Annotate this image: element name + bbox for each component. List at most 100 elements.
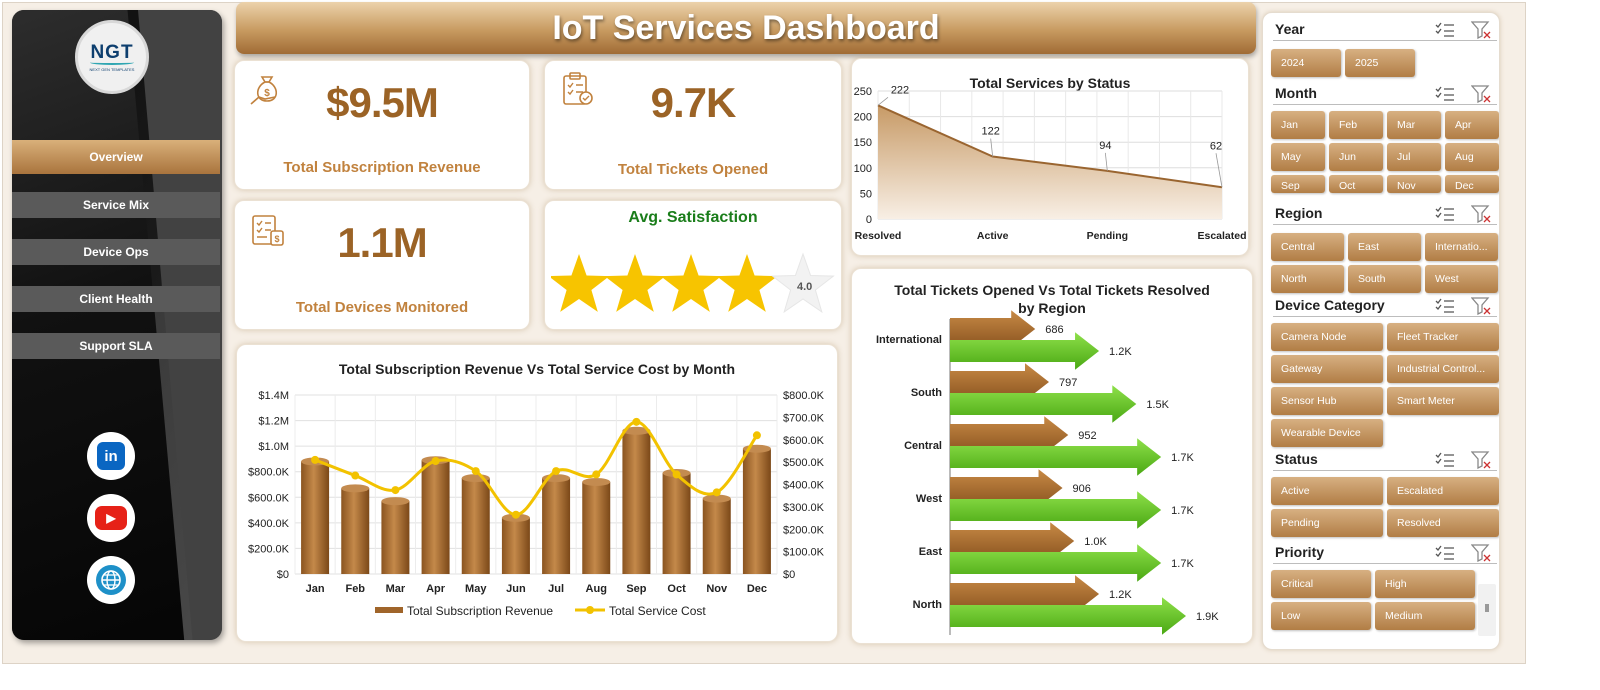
revenue-bar: [341, 488, 370, 574]
resolved-data-label: 1.5K: [1146, 399, 1169, 411]
data-label: 222: [891, 84, 909, 96]
revenue-cost-chart-card[interactable]: Total Subscription Revenue Vs Total Serv…: [236, 344, 838, 642]
month-slicer-item[interactable]: Mar: [1387, 111, 1441, 139]
kpi-card-satisfaction[interactable]: Avg. Satisfaction 4.0: [544, 200, 842, 330]
cost-point: [351, 471, 360, 480]
y-left-tick-label: $1.0M: [258, 441, 289, 453]
y-tick-label: 150: [854, 137, 872, 149]
legend-swatch-cost-point: [586, 606, 594, 614]
region-slicer-item[interactable]: North: [1271, 265, 1344, 293]
cost-point: [632, 417, 641, 426]
month-slicer-item[interactable]: Jul: [1387, 143, 1441, 171]
year-slicer-item[interactable]: 2024: [1271, 49, 1341, 77]
month-slicer-item[interactable]: May: [1271, 143, 1325, 171]
status-slicer-item[interactable]: Resolved: [1387, 509, 1499, 537]
multi-select-icon[interactable]: [1435, 22, 1455, 38]
multi-select-icon[interactable]: [1435, 206, 1455, 222]
x-tick-label: Jan: [306, 583, 325, 595]
clear-filter-icon[interactable]: [1471, 297, 1491, 315]
revenue-bar-cap: [582, 477, 611, 486]
kpi-card-devices[interactable]: $ 1.1M Total Devices Monitored: [234, 200, 530, 330]
clear-filter-icon[interactable]: [1471, 451, 1491, 469]
nav-overview-button[interactable]: Overview: [12, 140, 220, 174]
region-slicer-item[interactable]: South: [1348, 265, 1421, 293]
cost-point: [391, 486, 400, 495]
multi-select-icon[interactable]: [1435, 545, 1455, 561]
slicer-scroll-thumb[interactable]: [1485, 604, 1489, 612]
device-category-slicer-item[interactable]: Camera Node: [1271, 323, 1383, 351]
month-slicer-item[interactable]: Aug: [1445, 143, 1499, 171]
clear-filter-icon[interactable]: [1471, 544, 1491, 562]
multi-select-icon[interactable]: [1435, 86, 1455, 102]
year-slicer-item[interactable]: 2025: [1345, 49, 1415, 77]
month-slicer-item[interactable]: Apr: [1445, 111, 1499, 139]
status-slicer-item[interactable]: Escalated: [1387, 477, 1499, 505]
y-tick-label: South: [911, 387, 942, 399]
priority-slicer-item[interactable]: High: [1375, 570, 1475, 598]
y-tick-label: Central: [904, 440, 942, 452]
device-category-slicer-item[interactable]: Fleet Tracker: [1387, 323, 1499, 351]
device-category-slicer-item[interactable]: Smart Meter: [1387, 387, 1499, 415]
status-chart-card[interactable]: Total Services by Status 0 50 100 150 200 250…: [851, 58, 1249, 256]
y-right-tick-label: $400.0K: [783, 480, 825, 492]
status-slicer-item[interactable]: Pending: [1271, 509, 1383, 537]
priority-slicer-item[interactable]: Medium: [1375, 602, 1475, 630]
region-slicer-item[interactable]: West: [1425, 265, 1498, 293]
page-title: IoT Services Dashboard: [236, 2, 1256, 54]
status-slicer-item[interactable]: Active: [1271, 477, 1383, 505]
globe-icon: [96, 565, 126, 595]
month-slicer-item[interactable]: Dec: [1445, 175, 1499, 193]
x-tick-label: Apr: [426, 583, 446, 595]
logo-swoosh: [90, 60, 134, 65]
priority-slicer-item[interactable]: Critical: [1271, 570, 1371, 598]
device-category-slicer-item[interactable]: Sensor Hub: [1271, 387, 1383, 415]
nav-support-sla-button[interactable]: Support SLA: [12, 333, 220, 359]
device-category-slicer-item[interactable]: Industrial Control...: [1387, 355, 1499, 383]
device-category-slicer-item[interactable]: Gateway: [1271, 355, 1383, 383]
clear-filter-icon[interactable]: [1471, 205, 1491, 223]
resolved-data-label: 1.7K: [1171, 558, 1194, 570]
kpi-card-revenue[interactable]: $ $9.5M Total Subscription Revenue: [234, 60, 530, 190]
x-tick-label: May: [465, 583, 487, 595]
month-slicer-item[interactable]: Sep: [1271, 175, 1325, 193]
priority-slicer-item[interactable]: Low: [1271, 602, 1371, 630]
linkedin-link[interactable]: in: [87, 432, 135, 480]
priority-slicer-title: Priority: [1275, 544, 1325, 560]
multi-select-icon[interactable]: [1435, 298, 1455, 314]
region-slicer-item[interactable]: Internatio...: [1425, 233, 1498, 261]
region-slicer-item[interactable]: East: [1348, 233, 1421, 261]
month-slicer-item[interactable]: Oct: [1329, 175, 1383, 193]
nav-device-ops-button[interactable]: Device Ops: [12, 239, 220, 265]
y-tick-label: West: [916, 493, 942, 505]
region-tickets-chart-card[interactable]: Total Tickets Opened Vs Total Tickets Re…: [851, 268, 1253, 644]
x-tick-label: Aug: [586, 583, 607, 595]
month-slicer-item[interactable]: Nov: [1387, 175, 1441, 193]
satisfaction-stars: 4.0: [551, 252, 835, 314]
revenue-bar: [702, 498, 731, 574]
youtube-link[interactable]: ▶: [87, 494, 135, 542]
month-slicer-item[interactable]: Jun: [1329, 143, 1383, 171]
month-slicer-item[interactable]: Feb: [1329, 111, 1383, 139]
device-category-slicer-item[interactable]: Wearable Device: [1271, 419, 1383, 447]
y-left-tick-label: $400.0K: [248, 518, 290, 530]
month-slicer-item[interactable]: Jan: [1271, 111, 1325, 139]
website-link[interactable]: [87, 556, 135, 604]
y-tick-label: International: [876, 334, 942, 346]
legend-label: Total Subscription Revenue: [407, 604, 553, 618]
company-logo[interactable]: NGT NEXT GEN TEMPLATES: [75, 20, 149, 94]
nav-client-health-button[interactable]: Client Health: [12, 286, 220, 312]
multi-select-icon[interactable]: [1435, 452, 1455, 468]
clear-filter-icon[interactable]: [1471, 21, 1491, 39]
revenue-cost-combo-chart: $0 $200.0K $400.0K $600.0K $800.0K $1.0M $1.2M…: [248, 390, 825, 618]
clear-filter-icon[interactable]: [1471, 85, 1491, 103]
region-slicer-item[interactable]: Central: [1271, 233, 1344, 261]
revenue-bar-cap: [341, 484, 370, 493]
data-label-leader: [990, 138, 994, 157]
slicer-scrollbar[interactable]: [1478, 584, 1496, 636]
satisfaction-value: 4.0: [797, 281, 812, 293]
logo-sub: NEXT GEN TEMPLATES: [89, 67, 135, 72]
nav-service-mix-button[interactable]: Service Mix: [12, 192, 220, 218]
status-slicer-title: Status: [1275, 451, 1318, 467]
legend-swatch-revenue: [375, 607, 403, 613]
kpi-card-tickets[interactable]: 9.7K Total Tickets Opened: [544, 60, 842, 190]
